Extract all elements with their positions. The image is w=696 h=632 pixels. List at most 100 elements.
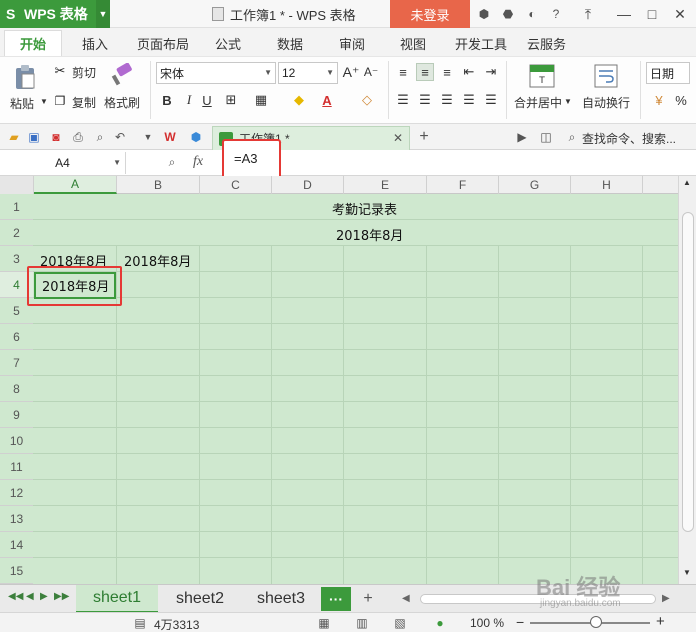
restore-ribbon-icon[interactable]: ⤒ bbox=[578, 4, 598, 24]
copy-icon[interactable]: ❐ bbox=[52, 93, 68, 109]
command-search[interactable]: 查找命令、搜索... bbox=[582, 130, 676, 147]
login-button[interactable]: 未登录 bbox=[390, 0, 470, 28]
select-all-corner[interactable] bbox=[0, 176, 34, 194]
justify-icon[interactable]: ☰ bbox=[460, 91, 478, 109]
format-painter-icon[interactable] bbox=[110, 61, 134, 89]
cut-label[interactable]: 剪切 bbox=[72, 64, 96, 81]
row-header[interactable]: 14 bbox=[0, 532, 33, 558]
clear-format-icon[interactable]: ◇ bbox=[358, 91, 376, 109]
export-pdf-icon[interactable]: ◙ bbox=[48, 129, 64, 145]
font-size-select[interactable]: 12 ▼ bbox=[278, 62, 338, 84]
tab-insert[interactable]: 插入 bbox=[82, 34, 108, 53]
indent-decrease-icon[interactable]: ⇤ bbox=[460, 63, 478, 81]
align-right-icon[interactable]: ☰ bbox=[438, 91, 456, 109]
scroll-left-icon[interactable]: ◀ bbox=[402, 593, 410, 604]
new-tab-icon[interactable]: + bbox=[416, 128, 432, 145]
percent-format-icon[interactable]: % bbox=[672, 91, 690, 109]
maximize-icon[interactable]: □ bbox=[642, 4, 662, 24]
bold-icon[interactable]: B bbox=[158, 91, 176, 109]
spreadsheet-grid[interactable]: A B C D E F G H 1 2 3 4 5 6 7 8 9 10 11 … bbox=[0, 176, 678, 584]
zoom-search-icon[interactable]: ⌕ bbox=[164, 154, 180, 170]
app-menu-button[interactable]: S WPS 表格 ▼ bbox=[0, 0, 110, 28]
paste-icon[interactable] bbox=[10, 63, 40, 91]
column-header-c[interactable]: C bbox=[200, 176, 272, 194]
italic-icon[interactable]: I bbox=[180, 91, 198, 109]
video-icon[interactable]: ▶ bbox=[514, 129, 530, 145]
insert-function-icon[interactable]: fx bbox=[188, 154, 208, 170]
sheet-tab-sheet1[interactable]: sheet1 bbox=[76, 585, 158, 613]
align-center-icon[interactable]: ☰ bbox=[416, 91, 434, 109]
currency-format-icon[interactable]: ¥ bbox=[650, 91, 668, 109]
align-top-icon[interactable]: ≡ bbox=[394, 63, 412, 81]
normal-view-icon[interactable]: ▦ bbox=[316, 615, 332, 631]
open-folder-icon[interactable]: ▰ bbox=[6, 129, 22, 145]
font-name-select[interactable]: 宋体 ▼ bbox=[156, 62, 276, 84]
row-header[interactable]: 9 bbox=[0, 402, 33, 428]
distributed-icon[interactable]: ☰ bbox=[482, 91, 500, 109]
wrap-text-icon[interactable] bbox=[592, 63, 620, 89]
tab-formulas[interactable]: 公式 bbox=[215, 34, 241, 53]
zoom-in-icon[interactable]: + bbox=[656, 613, 665, 630]
add-sheet-icon[interactable]: + bbox=[360, 590, 376, 607]
wrap-text-label[interactable]: 自动换行 bbox=[582, 94, 630, 111]
column-header-f[interactable]: F bbox=[427, 176, 499, 194]
fill-pattern-icon[interactable]: ▦ bbox=[252, 91, 270, 109]
chevron-down-icon[interactable]: ▼ bbox=[96, 0, 110, 28]
scroll-thumb[interactable] bbox=[682, 212, 694, 532]
paste-label[interactable]: 粘贴 bbox=[10, 95, 34, 112]
zoom-slider-thumb[interactable] bbox=[590, 616, 602, 628]
row-header[interactable]: 11 bbox=[0, 454, 33, 480]
skin-icon[interactable]: ⬢ bbox=[476, 6, 492, 22]
cell-month-header[interactable]: 2018年8月 bbox=[336, 225, 403, 244]
tab-review[interactable]: 审阅 bbox=[339, 34, 365, 53]
scissors-icon[interactable]: ✂ bbox=[52, 63, 68, 79]
underline-icon[interactable]: U bbox=[198, 91, 216, 109]
vertical-scrollbar[interactable]: ▲ ▼ bbox=[678, 176, 696, 584]
tab-view[interactable]: 视图 bbox=[400, 34, 426, 53]
zoom-out-icon[interactable]: − bbox=[516, 614, 524, 630]
merge-center-label[interactable]: 合并居中 bbox=[514, 94, 562, 111]
indent-increase-icon[interactable]: ⇥ bbox=[482, 63, 500, 81]
close-icon[interactable]: ✕ bbox=[670, 4, 690, 24]
last-sheet-icon[interactable]: ▶▶ bbox=[54, 591, 69, 602]
column-header-d[interactable]: D bbox=[272, 176, 344, 194]
merge-center-icon[interactable]: T bbox=[528, 63, 556, 89]
decrease-font-icon[interactable]: A⁻ bbox=[362, 63, 380, 81]
row-header[interactable]: 15 bbox=[0, 558, 33, 584]
settings-icon[interactable]: ⬣ bbox=[500, 6, 516, 22]
fill-color-icon[interactable]: ◆ bbox=[290, 91, 308, 109]
column-header-h[interactable]: H bbox=[571, 176, 643, 194]
prev-sheet-icon[interactable]: ◀ bbox=[26, 591, 34, 602]
row-header[interactable]: 6 bbox=[0, 324, 33, 350]
tab-cloud[interactable]: 云服务 bbox=[527, 34, 566, 53]
help-feedback-icon[interactable]: ◐ bbox=[524, 6, 540, 22]
print-preview-icon[interactable]: ⌕ bbox=[92, 129, 108, 145]
more-sheets-icon[interactable]: ··· bbox=[321, 587, 351, 611]
next-sheet-icon[interactable]: ▶ bbox=[40, 591, 48, 602]
align-bottom-icon[interactable]: ≡ bbox=[438, 63, 456, 81]
cloud-doc-icon[interactable]: ⬢ bbox=[188, 129, 204, 145]
align-left-icon[interactable]: ☰ bbox=[394, 91, 412, 109]
row-header[interactable]: 7 bbox=[0, 350, 33, 376]
increase-font-icon[interactable]: A⁺ bbox=[342, 63, 360, 81]
search-icon[interactable]: ⌕ bbox=[564, 129, 580, 145]
row-header[interactable]: 1 bbox=[0, 194, 33, 220]
page-layout-view-icon[interactable]: ▥ bbox=[354, 615, 370, 631]
close-icon[interactable]: ✕ bbox=[393, 131, 403, 145]
customize-toolbar-icon[interactable]: ▼ bbox=[140, 129, 156, 145]
column-header-a[interactable]: A bbox=[34, 176, 117, 194]
zoom-level[interactable]: 100 % bbox=[470, 616, 504, 630]
number-format-select[interactable]: 日期 bbox=[646, 62, 690, 84]
macro-icon[interactable]: ▤ bbox=[132, 615, 148, 631]
save-icon[interactable]: ▣ bbox=[26, 129, 42, 145]
name-box[interactable]: A4 ▼ bbox=[0, 152, 126, 174]
merge-dropdown-icon[interactable]: ▼ bbox=[564, 97, 572, 106]
border-icon[interactable]: ⊞ bbox=[222, 91, 240, 109]
cell-b3[interactable]: 2018年8月 bbox=[124, 251, 191, 270]
column-header-e[interactable]: E bbox=[344, 176, 427, 194]
undo-icon[interactable]: ↶ bbox=[112, 129, 128, 145]
row-header[interactable]: 8 bbox=[0, 376, 33, 402]
row-header[interactable]: 10 bbox=[0, 428, 33, 454]
first-sheet-icon[interactable]: ◀◀ bbox=[8, 591, 23, 602]
paste-dropdown-icon[interactable]: ▼ bbox=[40, 97, 48, 106]
